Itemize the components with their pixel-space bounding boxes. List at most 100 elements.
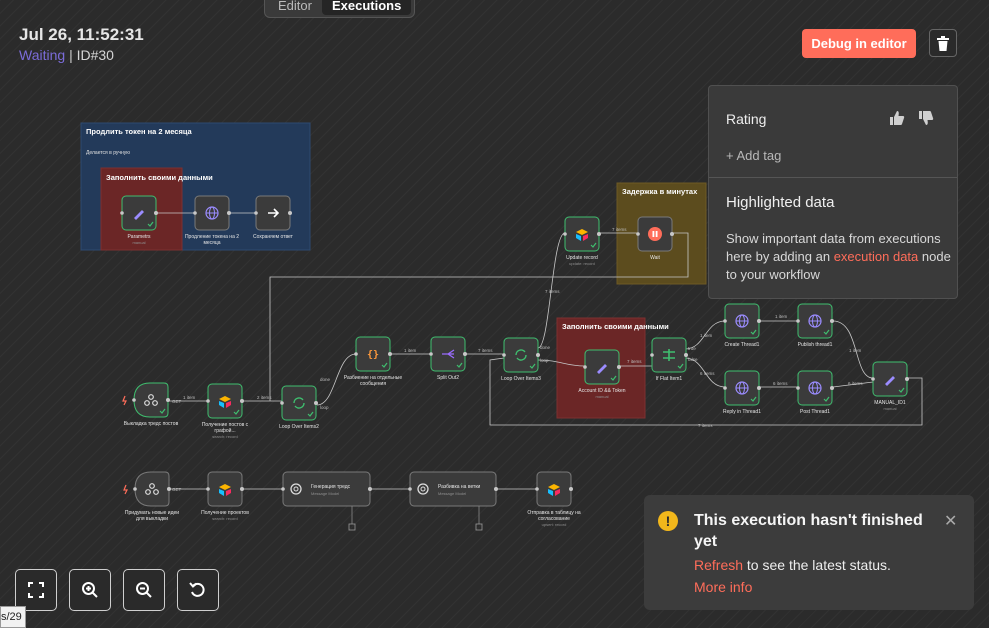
svg-text:Reply in Thread1: Reply in Thread1 (723, 409, 761, 415)
tab-editor[interactable]: Editor (268, 0, 322, 15)
svg-text:done: done (320, 377, 331, 382)
node-ifflat[interactable]: If Flat Item1 (650, 337, 688, 382)
svg-text:Выкладка тредс постов: Выкладка тредс постов (124, 421, 179, 427)
svg-text:1 item: 1 item (849, 348, 862, 353)
svg-text:Split Out2: Split Out2 (437, 375, 459, 381)
svg-text:6 items: 6 items (700, 371, 715, 376)
node-split-msgs[interactable]: {} Разбиение на отдельные сообщения (344, 336, 402, 387)
node-get-projects[interactable]: Получение проектовsearch: record (201, 471, 249, 521)
zoom-in-button[interactable] (69, 569, 111, 611)
undo-icon (189, 582, 205, 597)
execution-status-line: Waiting | ID#30 (19, 47, 114, 63)
node-get-posts[interactable]: Получение постов с графой...search: recor… (202, 383, 249, 439)
refresh-link[interactable]: Refresh (694, 557, 743, 573)
svg-text:Разбиение на отдельныесообщени: Разбиение на отдельные сообщения (344, 375, 402, 387)
svg-text:7 items: 7 items (612, 227, 627, 232)
svg-text:Придумать новые идеидля выклад: Придумать новые идеи для выкладки (125, 510, 179, 522)
svg-text:7 items: 7 items (627, 359, 642, 364)
svg-text:2 items: 2 items (257, 395, 272, 400)
svg-text:{}: {} (367, 350, 379, 361)
toast-refresh-text: to see the latest status. (743, 557, 891, 573)
tab-executions[interactable]: Executions (321, 0, 412, 15)
more-info-link[interactable]: More info (694, 579, 752, 595)
mode-tabs: Editor Executions (264, 0, 415, 18)
trash-icon (937, 35, 949, 51)
status-badge: Waiting (19, 47, 66, 63)
svg-text:update: record: update: record (569, 261, 595, 266)
execution-id: ID#30 (76, 47, 114, 63)
svg-text:1 item: 1 item (183, 395, 196, 400)
svg-text:Генерация тредс: Генерация тредс (311, 484, 351, 490)
svg-text:7 items: 7 items (478, 348, 493, 353)
svg-text:upsert: record: upsert: record (542, 522, 567, 527)
fit-view-button[interactable] (15, 569, 57, 611)
svg-text:done: done (540, 345, 551, 350)
svg-text:Message Model: Message Model (311, 491, 339, 496)
svg-text:1 item: 1 item (775, 314, 788, 319)
toast-title: This execution hasn't finished yet (694, 512, 923, 550)
svg-text:Create Thread1: Create Thread1 (725, 342, 760, 348)
thumbs-up-icon[interactable] (889, 110, 905, 126)
highlighted-data-heading: Highlighted data (726, 194, 835, 211)
sticky-body: Делается в ручную (86, 150, 130, 156)
svg-text:GET: GET (172, 399, 182, 404)
execution-timestamp: Jul 26, 11:52:31 (19, 25, 144, 44)
svg-text:Loop Over Items2: Loop Over Items2 (279, 424, 319, 430)
node-reply[interactable]: Reply in Thread1 (723, 370, 761, 415)
not-finished-toast: ! This execution hasn't finished yet ✕ R… (644, 495, 974, 610)
node-wh1[interactable]: Выкладка тредс постов (122, 382, 179, 427)
reset-zoom-button[interactable] (177, 569, 219, 611)
node-create[interactable]: Create Thread1 (723, 303, 761, 348)
node-gen[interactable]: Генерация тредсMessage Model (281, 471, 372, 507)
warning-icon: ! (658, 511, 678, 531)
node-account[interactable]: Account ID && Tokenmanual (578, 349, 626, 399)
node-manual[interactable]: MANUAL_ID1manual (871, 361, 909, 411)
svg-text:Разбивка на ветки: Разбивка на ветки (438, 484, 481, 490)
thumbs-down-icon[interactable] (918, 110, 934, 126)
toast-refresh-line: Refresh to see the latest status. (694, 557, 891, 573)
svg-text:Отправка в таблицу насогласова: Отправка в таблицу на согласование (527, 510, 580, 522)
svg-text:GET: GET (172, 487, 182, 492)
svg-text:Post Thread1: Post Thread1 (800, 409, 830, 415)
zoom-out-icon (136, 582, 152, 598)
svg-text:Получение постов сграфой...: Получение постов с графой... (202, 422, 249, 434)
add-tag-button[interactable]: + Add tag (726, 148, 781, 163)
node-post[interactable]: Post Thread1 (796, 370, 834, 415)
svg-text:Publish thread1: Publish thread1 (798, 342, 833, 348)
node-update[interactable]: Update recordupdate: record (563, 216, 601, 266)
node-wh2[interactable]: Придумать новые идеи для выкладки (123, 471, 179, 522)
debug-in-editor-button[interactable]: Debug in editor (802, 29, 916, 58)
execution-annotation-panel: Rating + Add tag Highlighted data Show i… (708, 85, 958, 299)
zoom-in-icon (82, 582, 98, 598)
svg-text:1 item: 1 item (404, 348, 417, 353)
close-icon[interactable]: ✕ (944, 511, 957, 531)
svg-text:Message Model: Message Model (438, 491, 466, 496)
node-loop2[interactable]: Loop Over Items2 (279, 385, 319, 430)
svg-text:If Flat Item1: If Flat Item1 (656, 376, 683, 382)
svg-text:true: true (688, 346, 696, 351)
svg-text:loop: loop (320, 405, 329, 410)
execution-data-link[interactable]: execution data (834, 249, 919, 264)
delete-button[interactable] (929, 29, 957, 57)
svg-text:search: record: search: record (212, 516, 238, 521)
svg-text:6 items: 6 items (773, 381, 788, 386)
rating-label: Rating (726, 111, 767, 127)
sticky-title: Продлить токен на 2 месяца (86, 127, 193, 136)
svg-text:7 items: 7 items (698, 423, 713, 428)
node-splitout2[interactable]: Split Out2 (429, 336, 467, 381)
svg-text:loop: loop (540, 358, 549, 363)
node-publish[interactable]: Publish thread1 (796, 303, 834, 348)
svg-text:manual: manual (883, 406, 896, 411)
fullscreen-icon (28, 582, 44, 598)
node-loop3[interactable]: Loop Over Items3 (501, 337, 541, 382)
node-send[interactable]: Отправка в таблицу на согласованиеupsert:… (527, 471, 581, 527)
node-save[interactable]: Сохраняем ответ (253, 195, 294, 240)
svg-text:false: false (688, 357, 698, 362)
panel-divider (709, 177, 957, 178)
node-split-lines[interactable]: Разбивка на веткиMessage Model (408, 471, 498, 507)
sticky-title: Заполнить своими данными (562, 322, 669, 331)
svg-text:Loop Over Items3: Loop Over Items3 (501, 376, 541, 382)
svg-text:search: record: search: record (212, 434, 238, 439)
zoom-out-button[interactable] (123, 569, 165, 611)
ai-model-connectors (348, 506, 483, 531)
